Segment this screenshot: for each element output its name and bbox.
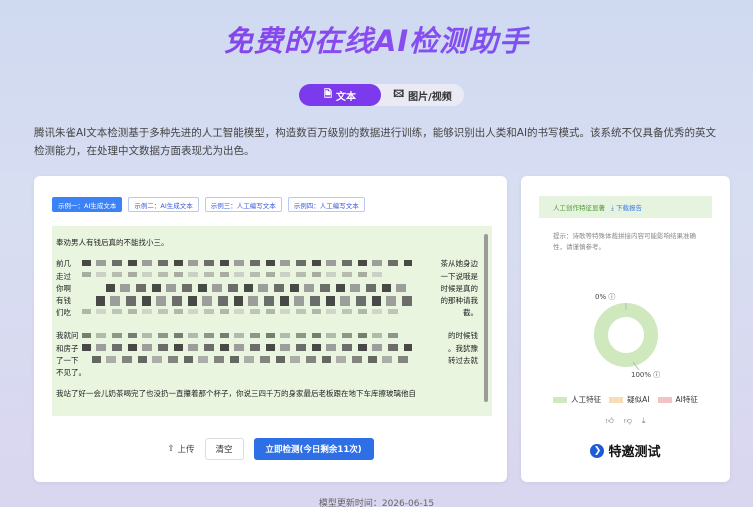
- legend-swatch: [609, 396, 624, 403]
- pixelated-text: [96, 296, 416, 307]
- donut-chart: [594, 303, 658, 371]
- text-fragment: 有钱: [56, 296, 71, 306]
- pixelated-text: [82, 344, 412, 352]
- thumbs-up-icon[interactable]: 👍︎: [605, 416, 613, 426]
- info-icon[interactable]: ⓘ: [653, 371, 660, 379]
- result-legend: 人工特征 疑似AI AI特征: [521, 394, 730, 405]
- text-fragment: 的时候钱: [448, 331, 478, 341]
- input-card: 示例一：AI生成文本 示例二：AI生成文本 示例三：人工编写文本 示例四：人工编…: [34, 176, 507, 482]
- info-icon[interactable]: ⓘ: [608, 293, 615, 301]
- text-fragment: 走过: [56, 271, 71, 281]
- bottom-percent: 100%: [631, 371, 652, 379]
- upload-label: 上传: [177, 445, 195, 455]
- text-fragment: 前几: [56, 259, 71, 269]
- image-icon: 🖾: [393, 88, 405, 100]
- scrollbar[interactable]: [484, 234, 488, 402]
- example-chips: 示例一：AI生成文本 示例二：AI生成文本 示例三：人工编写文本 示例四：人工编…: [52, 197, 365, 212]
- top-percent: 0%: [595, 293, 607, 301]
- example-chip-4[interactable]: 示例四：人工编写文本: [287, 197, 365, 212]
- clear-button[interactable]: 清空: [204, 438, 244, 460]
- text-fragment: 转过去就: [448, 355, 478, 365]
- result-header: 人工创作特征显著 ⤓ 下载报告: [539, 196, 712, 218]
- pixelated-text: [82, 309, 402, 315]
- text-fragment: 们吃: [56, 308, 71, 318]
- result-hint: 提示：诗歌等特殊体裁拼接内容可能影响结果准确性，请谨慎参考。: [553, 232, 696, 251]
- result-card: 人工创作特征显著 ⤓ 下载报告 提示：诗歌等特殊体裁拼接内容可能影响结果准确性，…: [521, 176, 730, 482]
- text-input[interactable]: 奉劝男人有钱后真的不能找小三。 前几 走过 你啊 有钱 们吃 茶从她身边 一下说…: [52, 226, 492, 416]
- tab-image-video[interactable]: 🖾 图片/视频: [381, 84, 464, 106]
- pixelated-text: [82, 272, 382, 278]
- download-label: 下载报告: [615, 203, 642, 212]
- text-line: 奉劝男人有钱后真的不能找小三。: [56, 238, 169, 247]
- page-title: 免费的在线AI检测助手: [0, 18, 753, 60]
- document-icon: 🗎: [323, 88, 333, 100]
- example-chip-3[interactable]: 示例三：人工编写文本: [204, 197, 282, 212]
- legend-suspect-ai: 疑似AI: [609, 394, 650, 405]
- human-feature-slice: [594, 303, 658, 367]
- legend-human: 人工特征: [553, 394, 601, 405]
- download-icon: ⤓: [611, 203, 614, 212]
- pixelated-text: [82, 260, 412, 267]
- download-report-link[interactable]: ⤓ 下载报告: [611, 202, 642, 213]
- tab-text[interactable]: 🗎 文本: [299, 84, 381, 106]
- mode-tabs: 🗎 文本 🖾 图片/视频: [299, 84, 464, 106]
- brand-label: 特邀测试: [608, 445, 661, 460]
- donut-top-label: 0% ⓘ: [595, 292, 615, 302]
- thumbs-down-icon[interactable]: 👎︎: [624, 416, 632, 426]
- pixelated-text: [106, 284, 406, 293]
- brand-logo: ❯ 特邀测试: [521, 441, 730, 460]
- description: 腾讯朱雀AI文本检测基于多种先进的人工智能模型，构造数百万级别的数据进行训练，能…: [34, 127, 717, 157]
- text-fragment: 。我犹豫: [448, 343, 478, 353]
- legend-label: AI特征: [675, 395, 698, 404]
- donut-bottom-label: 100% ⓘ: [631, 370, 660, 380]
- tab-text-label: 文本: [336, 91, 357, 103]
- upload-button[interactable]: ⇧ 上传: [167, 443, 194, 455]
- pixelated-text: [92, 356, 412, 364]
- pixelated-text: [82, 333, 402, 339]
- text-fragment: 一下说哦是: [440, 271, 479, 281]
- text-fragment: 你啊: [56, 283, 71, 293]
- download-icon[interactable]: ⤓: [642, 416, 646, 426]
- text-line: 我站了好一会儿奶茶喝完了也没扔一直攥着那个杯子，你说三四千万的身家最后老板跟在地…: [56, 389, 416, 399]
- example-chip-1[interactable]: 示例一：AI生成文本: [52, 197, 123, 212]
- legend-ai: AI特征: [657, 394, 698, 405]
- detect-button[interactable]: 立即检测(今日剩余11次): [253, 438, 374, 460]
- upload-icon: ⇧: [167, 444, 175, 454]
- legend-label: 人工特征: [571, 395, 602, 404]
- model-update-time: 模型更新时间：2026-06-15: [318, 499, 435, 507]
- tab-image-label: 图片/视频: [408, 91, 452, 103]
- legend-swatch: [657, 396, 672, 403]
- result-verdict: 人工创作特征显著: [553, 204, 605, 212]
- text-fragment: 截。: [463, 308, 478, 318]
- text-fragment: 时候是真的: [440, 283, 479, 293]
- paragraph-2: 我就问 和房子 了一下 不见了。 的时候钱 。我犹豫 转过去就: [56, 330, 478, 378]
- example-chip-2[interactable]: 示例二：AI生成文本: [128, 197, 199, 212]
- feedback-bar: 👍︎ 👎︎ ⤓: [521, 416, 730, 426]
- text-fragment: 茶从她身边: [440, 259, 479, 269]
- text-fragment: 不见了。: [56, 368, 86, 378]
- brand-mark-icon: ❯: [590, 443, 605, 458]
- legend-label: 疑似AI: [627, 395, 650, 404]
- action-bar: ⇧ 上传 清空 立即检测(今日剩余11次): [34, 438, 507, 460]
- result-donut: 0% ⓘ 100% ⓘ: [521, 288, 730, 388]
- text-fragment: 的那种请我: [440, 296, 479, 306]
- paragraph-1: 前几 走过 你啊 有钱 们吃 茶从她身边 一下说哦是 时候是真的 的那种请我 截…: [56, 258, 479, 321]
- legend-swatch: [553, 396, 568, 403]
